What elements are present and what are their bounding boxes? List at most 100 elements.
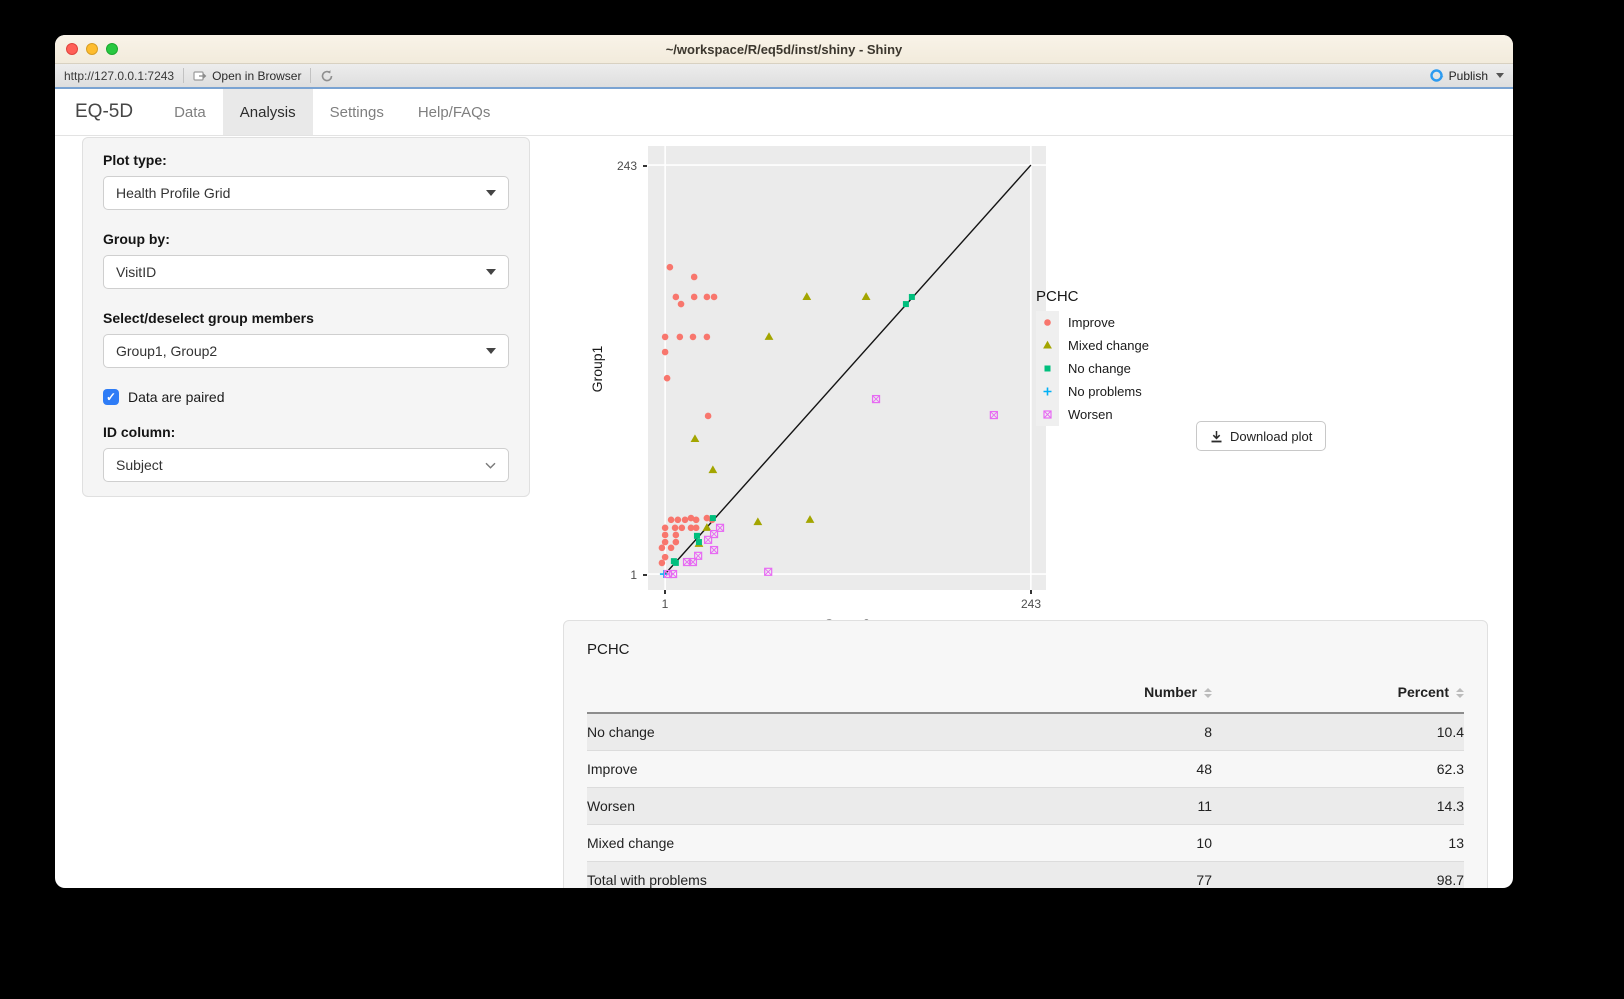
chevron-down-icon <box>486 190 496 196</box>
square-marker-icon <box>1036 357 1059 380</box>
legend-item-mixed-change: Mixed change <box>1036 334 1149 357</box>
id-column-value: Subject <box>116 457 163 473</box>
x-tick-1: 1 <box>653 597 677 611</box>
row-label-column-header <box>587 678 984 713</box>
group-members-value: Group1, Group2 <box>116 343 217 359</box>
app-brand: EQ-5D <box>75 89 133 135</box>
summary-table-card: PCHC Number Percent No change810.4Improv… <box>563 620 1488 888</box>
id-column-label: ID column: <box>103 424 509 440</box>
plot-type-value: Health Profile Grid <box>116 185 230 201</box>
legend-item-no-problems: No problems <box>1036 380 1149 403</box>
table-cell-label: Mixed change <box>587 825 984 862</box>
box-x-marker-icon <box>1036 403 1059 426</box>
zoom-window-button[interactable] <box>106 43 118 55</box>
publish-button[interactable]: Publish <box>1429 68 1504 83</box>
tab-analysis[interactable]: Analysis <box>223 89 313 135</box>
paired-checkbox-row: ✓ Data are paired <box>103 389 509 405</box>
table-cell-label: Improve <box>587 751 984 788</box>
y-tickmark <box>643 574 647 576</box>
url-text: http://127.0.0.1:7243 <box>64 69 174 83</box>
paired-checkbox[interactable]: ✓ <box>103 389 119 405</box>
legend-item-worsen: Worsen <box>1036 403 1149 426</box>
navbar: EQ-5D DataAnalysisSettingsHelp/FAQs <box>55 89 1513 136</box>
reload-icon[interactable] <box>320 69 334 83</box>
triangle-marker-icon <box>1036 334 1059 357</box>
legend: Improve Mixed change No change No problems W… <box>1036 311 1149 426</box>
publish-caret-icon <box>1496 73 1504 78</box>
window-title: ~/workspace/R/eq5d/inst/shiny - Shiny <box>666 42 903 57</box>
legend-label: Worsen <box>1068 407 1113 422</box>
table-cell-num: 48 <box>984 751 1212 788</box>
app-window: ~/workspace/R/eq5d/inst/shiny - Shiny ht… <box>55 35 1513 888</box>
table-row: Improve4862.3 <box>587 751 1464 788</box>
chevron-down-icon <box>485 462 496 469</box>
publish-icon <box>1429 68 1444 83</box>
traffic-lights <box>66 43 118 55</box>
number-header-label: Number <box>1144 684 1197 700</box>
table-cell-num: 77 <box>984 862 1212 889</box>
legend-item-improve: Improve <box>1036 311 1149 334</box>
close-window-button[interactable] <box>66 43 78 55</box>
percent-header-label: Percent <box>1398 684 1449 700</box>
table-cell-pct: 13 <box>1212 825 1464 862</box>
table-cell-pct: 14.3 <box>1212 788 1464 825</box>
group-by-value: VisitID <box>116 264 156 280</box>
legend-item-no-change: No change <box>1036 357 1149 380</box>
toolbar: http://127.0.0.1:7243 Open in Browser <box>55 64 1513 89</box>
open-in-browser-button[interactable]: Open in Browser <box>193 69 301 83</box>
legend-label: No problems <box>1068 384 1142 399</box>
table-row: Worsen1114.3 <box>587 788 1464 825</box>
table-cell-num: 11 <box>984 788 1212 825</box>
open-in-browser-label: Open in Browser <box>212 69 301 83</box>
table-row: Mixed change1013 <box>587 825 1464 862</box>
group-members-select[interactable]: Group1, Group2 <box>103 334 509 368</box>
summary-table-title: PCHC <box>587 641 1464 658</box>
minimize-window-button[interactable] <box>86 43 98 55</box>
plot-type-select[interactable]: Health Profile Grid <box>103 176 509 210</box>
plot-panel <box>648 146 1046 590</box>
plot-type-label: Plot type: <box>103 152 509 168</box>
table-cell-num: 8 <box>984 713 1212 751</box>
y-tick-1: 1 <box>605 568 637 582</box>
group-by-select[interactable]: VisitID <box>103 255 509 289</box>
legend-label: Improve <box>1068 315 1115 330</box>
tab-data[interactable]: Data <box>157 89 223 135</box>
toolbar-divider <box>310 68 311 83</box>
tab-settings[interactable]: Settings <box>313 89 401 135</box>
legend-label: Mixed change <box>1068 338 1149 353</box>
y-axis-title: Group1 <box>589 319 605 419</box>
sort-icon <box>1204 688 1212 698</box>
table-cell-pct: 98.7 <box>1212 862 1464 889</box>
table-cell-label: Total with problems <box>587 862 984 889</box>
group-by-label: Group by: <box>103 231 509 247</box>
sort-icon <box>1456 688 1464 698</box>
paired-checkbox-label: Data are paired <box>128 389 225 405</box>
health-profile-grid-plot <box>648 146 1046 590</box>
nav-tabs: DataAnalysisSettingsHelp/FAQs <box>157 89 507 135</box>
toolbar-divider <box>183 68 184 83</box>
table-cell-pct: 62.3 <box>1212 751 1464 788</box>
table-cell-pct: 10.4 <box>1212 713 1464 751</box>
y-tickmark <box>643 165 647 167</box>
table-cell-label: No change <box>587 713 984 751</box>
number-column-header[interactable]: Number <box>984 678 1212 713</box>
legend-label: No change <box>1068 361 1131 376</box>
percent-column-header[interactable]: Percent <box>1212 678 1464 713</box>
summary-table: Number Percent No change810.4Improve4862… <box>587 678 1464 888</box>
x-tickmark <box>664 590 666 594</box>
id-column-select[interactable]: Subject <box>103 448 509 482</box>
group-members-label: Select/deselect group members <box>103 310 509 326</box>
summary-table-header-row: Number Percent <box>587 678 1464 713</box>
table-row: No change810.4 <box>587 713 1464 751</box>
table-cell-label: Worsen <box>587 788 984 825</box>
titlebar: ~/workspace/R/eq5d/inst/shiny - Shiny <box>55 35 1513 64</box>
circle-marker-icon <box>1036 311 1059 334</box>
table-row: Total with problems7798.7 <box>587 862 1464 889</box>
x-tick-243: 243 <box>1019 597 1043 611</box>
tab-help-faqs[interactable]: Help/FAQs <box>401 89 508 135</box>
x-tickmark <box>1030 590 1032 594</box>
download-plot-button[interactable]: Download plot <box>1196 421 1326 451</box>
download-icon <box>1210 430 1223 443</box>
publish-label: Publish <box>1449 69 1488 83</box>
table-cell-num: 10 <box>984 825 1212 862</box>
